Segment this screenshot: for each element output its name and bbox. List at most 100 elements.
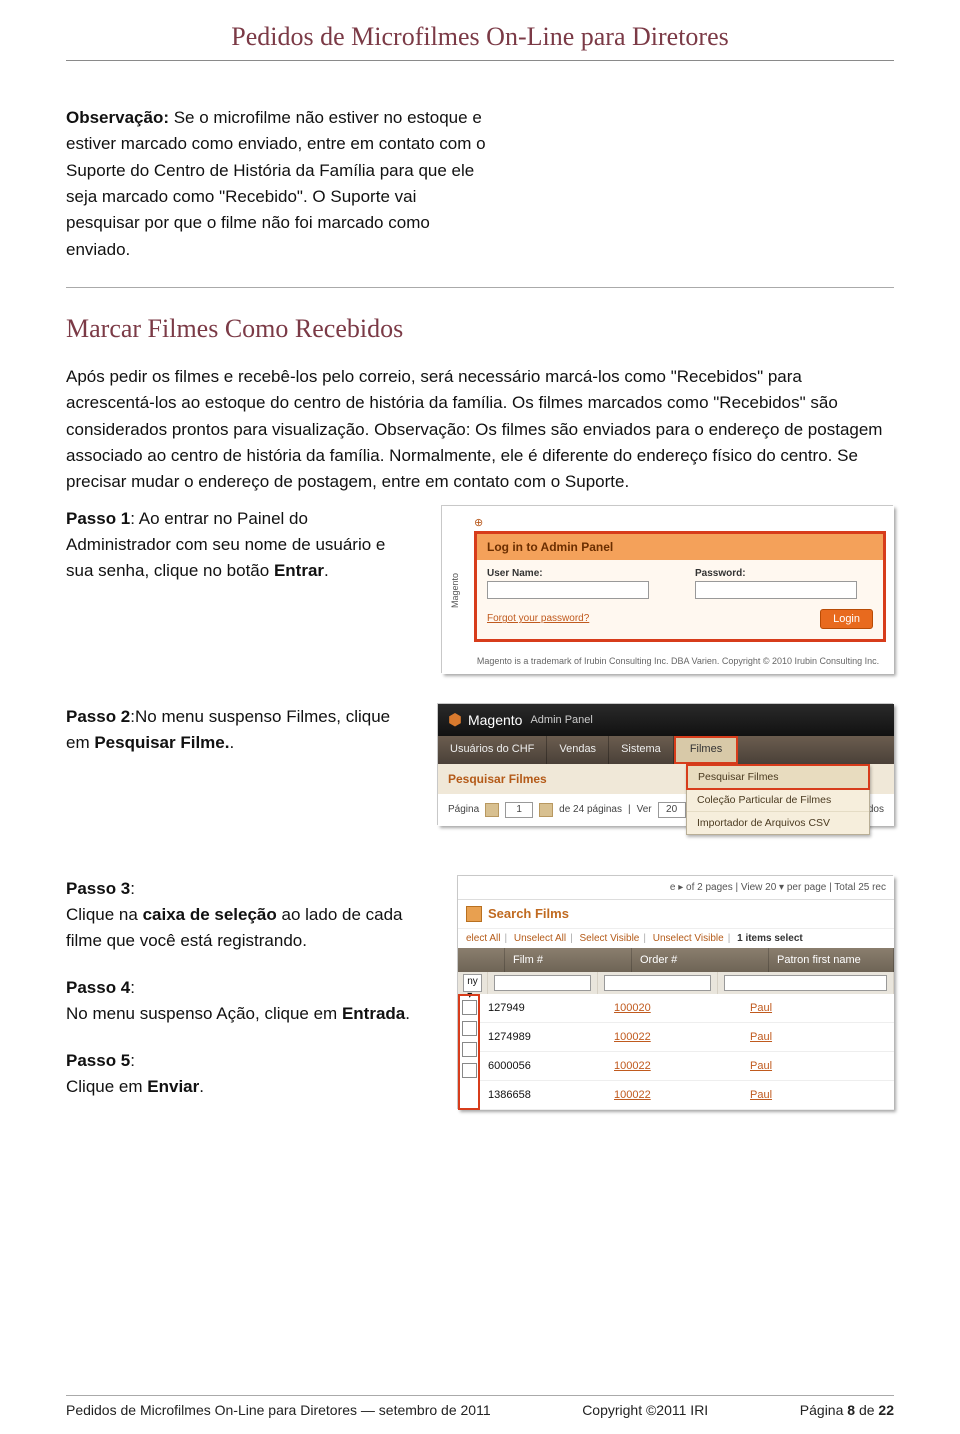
dropdown-importador-csv[interactable]: Importador de Arquivos CSV: [687, 812, 869, 834]
step-3-keyword: caixa de seleção: [143, 905, 277, 924]
col-patron-first-name[interactable]: Patron first name: [769, 948, 894, 972]
filter-name-input[interactable]: [724, 975, 887, 991]
patron-link[interactable]: Paul: [750, 1002, 772, 1014]
login-screenshot: Magento ⊕ Log in to Admin Panel User Nam…: [442, 506, 894, 674]
checkbox-highlight: [458, 994, 480, 1110]
filter-any-select[interactable]: ny ▾: [463, 974, 482, 992]
table-row[interactable]: 1386658 100022 Paul: [480, 1081, 894, 1110]
magento-copyright: Magento is a trademark of Irubin Consult…: [470, 656, 886, 666]
step-4-text: Passo 4: No menu suspenso Ação, clique e…: [66, 975, 410, 1028]
step-5-label: Passo 5: [66, 1051, 130, 1070]
patron-link[interactable]: Paul: [750, 1060, 772, 1072]
footer-copyright: Copyright ©2011 IRI: [582, 1402, 708, 1418]
page-size-input[interactable]: 20: [658, 802, 686, 818]
footer-rule: [66, 1395, 894, 1396]
cell-film: 127949: [480, 998, 606, 1018]
step-4-body: No menu suspenso Ação, clique em: [66, 1004, 342, 1023]
step-1-keyword: Entrar: [274, 561, 324, 580]
filter-order-input[interactable]: [604, 975, 711, 991]
step-2-label: Passo 2: [66, 707, 130, 726]
section-heading: Marcar Filmes Como Recebidos: [66, 314, 894, 344]
menu-filmes[interactable]: Filmes: [674, 736, 738, 764]
search-films-header: Search Films: [458, 900, 894, 929]
login-button[interactable]: Login: [820, 609, 873, 629]
menu-usuarios[interactable]: Usuários do CHF: [438, 736, 547, 764]
menu-sistema[interactable]: Sistema: [609, 736, 674, 764]
search-films-title: Search Films: [488, 906, 569, 921]
footer-left: Pedidos de Microfilmes On-Line para Dire…: [66, 1402, 491, 1418]
table-row[interactable]: 6000056 100022 Paul: [480, 1052, 894, 1081]
intro-bold: Observação:: [66, 108, 169, 127]
title-rule: [66, 60, 894, 61]
pagination-view-label: Ver: [637, 804, 652, 815]
page-next-icon[interactable]: [539, 803, 553, 817]
admin-brand: Magento: [468, 712, 522, 728]
cell-film: 1274989: [480, 1027, 606, 1047]
section-divider: [66, 287, 894, 288]
step-5-keyword: Enviar: [147, 1077, 199, 1096]
order-link[interactable]: 100022: [614, 1089, 651, 1101]
step-1-label: Passo 1: [66, 509, 130, 528]
row-checkbox[interactable]: [462, 1021, 477, 1036]
table-header-row: Film # Order # Patron first name: [458, 948, 894, 972]
pagination-of-pages: de 24 páginas: [559, 804, 622, 815]
menu-vendas[interactable]: Vendas: [547, 736, 609, 764]
step-3-text: Passo 3: Clique na caixa de seleção ao l…: [66, 876, 410, 955]
link-select-visible[interactable]: Select Visible: [580, 933, 640, 944]
search-films-topbar: e ▸ of 2 pages | View 20 ▾ per page | To…: [458, 876, 894, 900]
step-2-keyword: Pesquisar Filme.: [94, 733, 229, 752]
table-filter-row: ny ▾: [458, 972, 894, 994]
step-1-text: Passo 1: Ao entrar no Painel do Administ…: [66, 506, 410, 585]
table-row[interactable]: 1274989 100022 Paul: [480, 1023, 894, 1052]
step-2-text: Passo 2:No menu suspenso Filmes, clique …: [66, 704, 410, 757]
dropdown-colecao-particular[interactable]: Coleção Particular de Filmes: [687, 789, 869, 812]
patron-link[interactable]: Paul: [750, 1089, 772, 1101]
link-unselect-visible[interactable]: Unselect Visible: [653, 933, 724, 944]
footer-page-number: Página 8 de 22: [800, 1402, 894, 1418]
row-checkbox[interactable]: [462, 1000, 477, 1015]
patron-link[interactable]: Paul: [750, 1031, 772, 1043]
pagination-sep: |: [628, 804, 631, 815]
box-icon: [466, 906, 482, 922]
step-4-keyword: Entrada: [342, 1004, 405, 1023]
step-4-label: Passo 4: [66, 978, 130, 997]
table-row[interactable]: 127949 100020 Paul: [480, 994, 894, 1023]
step-5-dot: .: [199, 1077, 204, 1096]
filter-film-input[interactable]: [494, 975, 591, 991]
search-films-screenshot: e ▸ of 2 pages | View 20 ▾ per page | To…: [458, 876, 894, 1110]
magento-side-label: Magento: [450, 514, 470, 666]
page-number-input[interactable]: 1: [505, 802, 533, 818]
login-panel: Log in to Admin Panel User Name: Passwor…: [474, 531, 886, 642]
col-order[interactable]: Order #: [632, 948, 769, 972]
order-link[interactable]: 100020: [614, 1002, 651, 1014]
password-input[interactable]: [695, 581, 857, 599]
magento-icon: ⊕: [470, 514, 886, 531]
link-unselect-all[interactable]: Unselect All: [514, 933, 566, 944]
intro-text: Se o microfilme não estiver no estoque e…: [66, 108, 486, 259]
admin-header: ⬢ Magento Admin Panel: [438, 704, 894, 736]
page-prev-icon[interactable]: [485, 803, 499, 817]
order-link[interactable]: 100022: [614, 1031, 651, 1043]
step-3-body-a: Clique na: [66, 905, 143, 924]
filmes-dropdown: Pesquisar Filmes Coleção Particular de F…: [686, 764, 870, 835]
selection-links: elect All| Unselect All| Select Visible|…: [458, 929, 894, 948]
step-5-body: Clique em: [66, 1077, 147, 1096]
dropdown-pesquisar-filmes[interactable]: Pesquisar Filmes: [686, 764, 870, 790]
admin-menu-screenshot: ⬢ Magento Admin Panel Usuários do CHF Ve…: [438, 704, 894, 826]
items-selected-count: 1 items select: [737, 933, 803, 944]
page-footer: Pedidos de Microfilmes On-Line para Dire…: [66, 1395, 894, 1418]
step-3-label: Passo 3: [66, 879, 130, 898]
link-select-all[interactable]: elect All: [466, 933, 500, 944]
step-1-dot: .: [324, 561, 329, 580]
row-checkbox[interactable]: [462, 1063, 477, 1078]
row-checkbox[interactable]: [462, 1042, 477, 1057]
forgot-password-link[interactable]: Forgot your password?: [487, 613, 589, 624]
username-input[interactable]: [487, 581, 649, 599]
password-label: Password:: [695, 568, 873, 579]
order-link[interactable]: 100022: [614, 1060, 651, 1072]
cell-film: 6000056: [480, 1056, 606, 1076]
login-panel-title: Log in to Admin Panel: [477, 534, 883, 560]
col-film[interactable]: Film #: [505, 948, 632, 972]
admin-brand-sub: Admin Panel: [530, 714, 592, 726]
admin-top-menu: Usuários do CHF Vendas Sistema Filmes Pe…: [438, 736, 894, 764]
